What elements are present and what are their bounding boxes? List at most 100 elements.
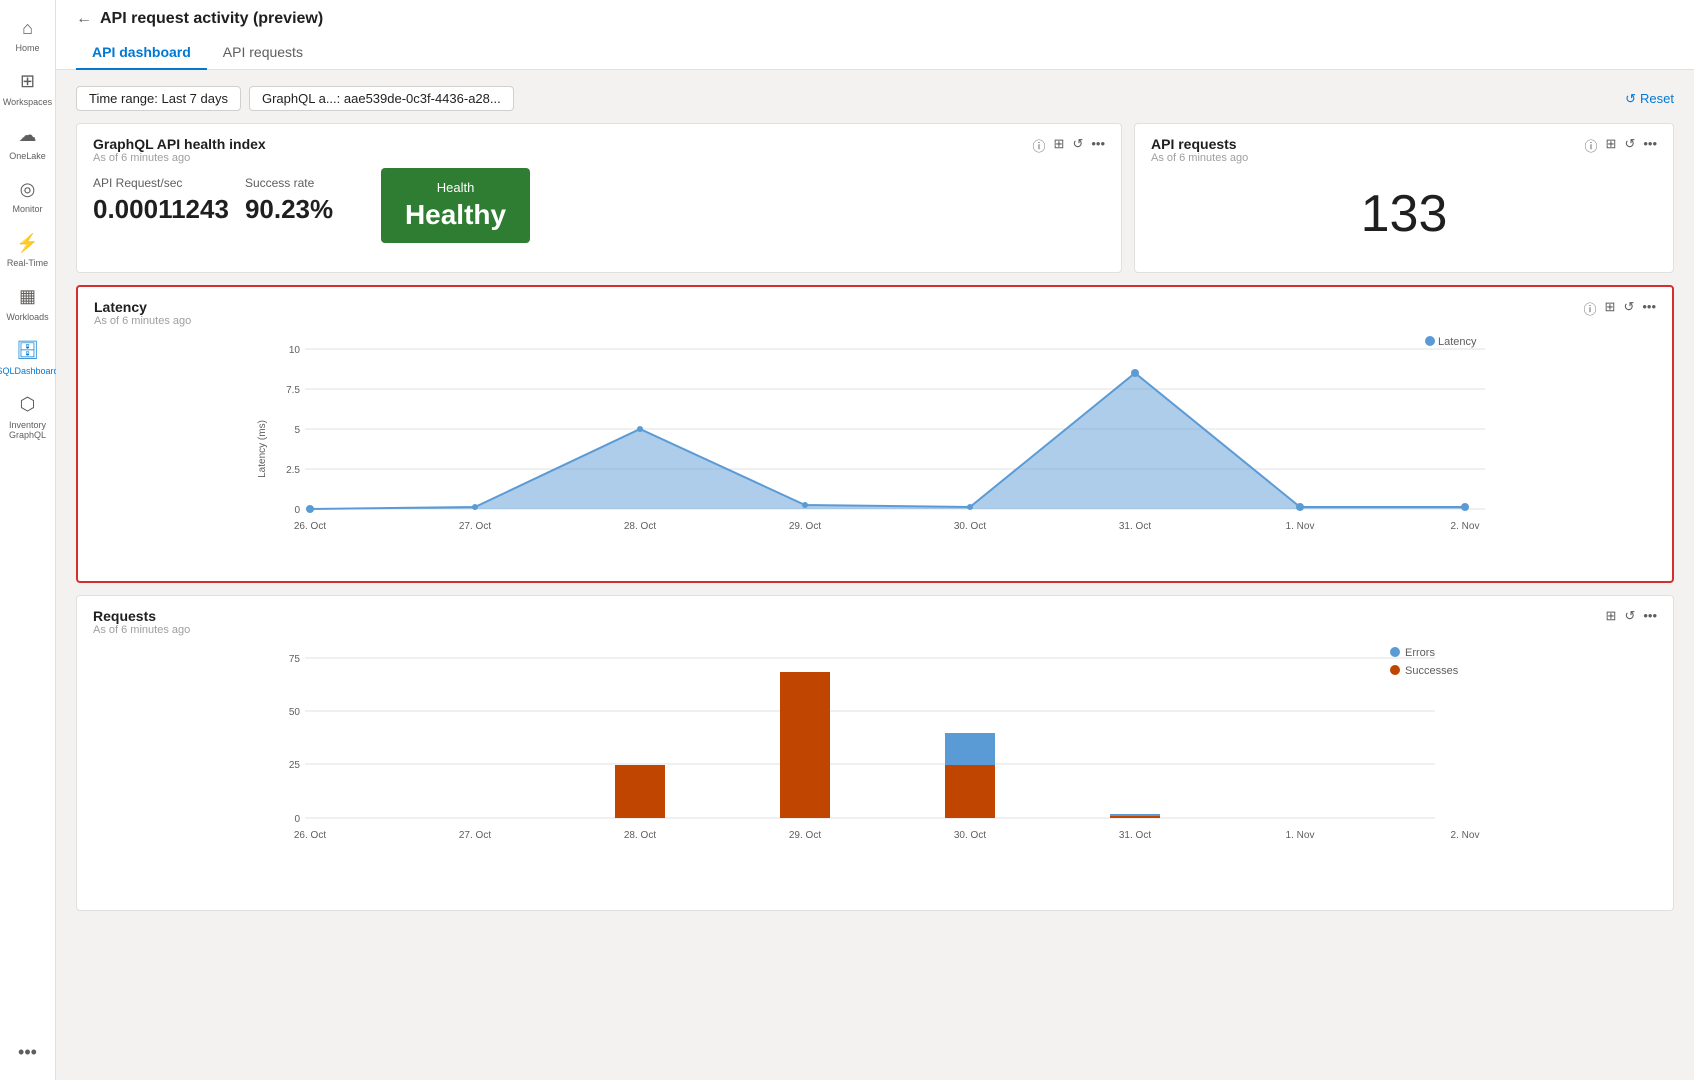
sidebar-item-onelake[interactable]: ☁ OneLake [0,116,55,170]
bar-30oct-errors [945,733,995,765]
back-button[interactable]: ← [76,10,92,28]
tab-api-requests[interactable]: API requests [207,36,319,70]
sidebar-item-label: Workspaces [3,97,52,108]
svg-text:29. Oct: 29. Oct [789,830,821,841]
svg-text:Latency (ms): Latency (ms) [257,420,268,478]
sidebar-item-realtime[interactable]: ⚡ Real-Time [0,223,55,277]
health-card-body: API Request/sec 0.00011243 Success rate … [93,168,1105,243]
bar-28oct-successes [615,765,665,818]
bar-29oct-successes [780,672,830,818]
svg-text:27. Oct: 27. Oct [459,830,491,841]
health-badge: Health Healthy [381,168,530,243]
svg-text:28. Oct: 28. Oct [624,830,656,841]
svg-text:10: 10 [289,345,301,356]
requests-chart-title: Requests [93,608,190,624]
health-badge-label: Health [437,180,475,195]
metric-requests-per-sec: API Request/sec 0.00011243 [93,168,245,243]
tab-bar: API dashboard API requests [76,36,1674,69]
svg-text:Successes: Successes [1405,665,1459,677]
requests-svg: 75 50 25 0 26. Oct [93,638,1657,888]
info-icon[interactable]: ⓘ [1584,299,1597,318]
sidebar-item-monitor[interactable]: ◎ Monitor [0,169,55,223]
api-requests-icons: ⓘ ⊞ ↺ ••• [1585,136,1657,155]
svg-text:75: 75 [289,654,301,665]
health-card-title: GraphQL API health index [93,136,266,152]
sidebar-item-label: Monitor [12,204,42,215]
refresh-icon[interactable]: ↺ [1623,299,1634,318]
info-icon[interactable]: ⓘ [1585,136,1598,155]
api-requests-subtitle: As of 6 minutes ago [1151,152,1248,164]
sidebar-item-label: Real-Time [7,258,48,269]
main-content: ← API request activity (preview) API das… [56,0,1694,1080]
sidebar-more[interactable]: ••• [0,1032,55,1080]
api-filter[interactable]: GraphQL a...: aae539de-0c3f-4436-a28... [249,86,514,111]
reset-button[interactable]: ↺ Reset [1625,91,1674,107]
api-requests-value: 133 [1151,168,1657,260]
cards-row: GraphQL API health index As of 6 minutes… [76,123,1674,273]
content-area: Time range: Last 7 days GraphQL a...: aa… [56,70,1694,927]
sidebar-item-workspaces[interactable]: ⊞ Workspaces [0,62,55,116]
latency-chart-container: Latency (ms) 10 7.5 5 2.5 0 [94,329,1656,569]
svg-text:7.5: 7.5 [286,385,300,396]
svg-text:Latency: Latency [1438,336,1477,348]
topbar: ← API request activity (preview) API das… [56,0,1694,70]
api-requests-card: API requests As of 6 minutes ago ⓘ ⊞ ↺ •… [1134,123,1674,273]
sidebar-item-label: Home [15,43,39,54]
health-badge-value: Healthy [405,199,506,231]
sidebar-item-sqldashboard[interactable]: 🗄 SQLDashboard [0,331,55,385]
reset-icon: ↺ [1625,91,1636,107]
more-options-icon[interactable]: ••• [1091,136,1105,155]
workloads-icon: ▦ [16,285,40,309]
info-icon[interactable]: ⓘ [1033,136,1046,155]
more-options-icon[interactable]: ••• [1643,608,1657,624]
sidebar-item-home[interactable]: ⌂ Home [0,8,55,62]
requests-chart-header: Requests As of 6 minutes ago ⊞ ↺ ••• [93,608,1657,636]
grid-icon[interactable]: ⊞ [1606,608,1617,624]
more-options-icon[interactable]: ••• [1643,136,1657,155]
metric-value: 0.00011243 [93,194,229,225]
svg-text:50: 50 [289,707,301,718]
workspaces-icon: ⊞ [16,70,40,94]
grid-icon[interactable]: ⊞ [1054,136,1065,155]
svg-text:1. Nov: 1. Nov [1286,830,1315,841]
inventory-icon: ⬡ [16,393,40,417]
sqldashboard-icon: 🗄 [16,339,40,363]
grid-icon[interactable]: ⊞ [1606,136,1617,155]
filter-bar: Time range: Last 7 days GraphQL a...: aa… [76,86,1674,111]
sidebar-item-label: SQLDashboard [0,366,59,377]
sidebar-item-label: OneLake [9,151,46,162]
sidebar-item-workloads[interactable]: ▦ Workloads [0,277,55,331]
page-title: API request activity (preview) [100,10,323,28]
svg-text:30. Oct: 30. Oct [954,521,986,532]
refresh-icon[interactable]: ↺ [1072,136,1083,155]
sidebar: ⌂ Home ⊞ Workspaces ☁ OneLake ◎ Monitor … [0,0,56,1080]
onelake-icon: ☁ [16,124,40,148]
grid-icon[interactable]: ⊞ [1605,299,1616,318]
requests-chart-subtitle: As of 6 minutes ago [93,624,190,636]
sidebar-item-inventory[interactable]: ⬡ Inventory GraphQL [0,385,55,450]
svg-text:2.5: 2.5 [286,465,300,476]
api-requests-title: API requests [1151,136,1248,152]
latency-chart-title: Latency [94,299,191,315]
svg-text:0: 0 [294,814,300,825]
svg-text:31. Oct: 31. Oct [1119,521,1151,532]
latency-chart-header: Latency As of 6 minutes ago ⓘ ⊞ ↺ ••• [94,299,1656,327]
svg-text:31. Oct: 31. Oct [1119,830,1151,841]
sidebar-item-label: Inventory GraphQL [4,420,51,442]
svg-text:2. Nov: 2. Nov [1451,521,1480,532]
sidebar-item-label: Workloads [6,312,48,323]
requests-chart-panel: Requests As of 6 minutes ago ⊞ ↺ ••• [76,595,1674,911]
requests-chart-icons: ⊞ ↺ ••• [1606,608,1657,624]
refresh-icon[interactable]: ↺ [1624,608,1635,624]
refresh-icon[interactable]: ↺ [1624,136,1635,155]
home-icon: ⌂ [16,16,40,40]
svg-text:5: 5 [294,425,300,436]
time-range-filter[interactable]: Time range: Last 7 days [76,86,241,111]
tab-api-dashboard[interactable]: API dashboard [76,36,207,70]
more-options-icon[interactable]: ••• [1642,299,1656,318]
metric-label: API Request/sec [93,176,229,190]
svg-text:0: 0 [294,505,300,516]
bar-30oct-successes [945,765,995,818]
svg-text:27. Oct: 27. Oct [459,521,491,532]
reset-label: Reset [1640,91,1674,106]
